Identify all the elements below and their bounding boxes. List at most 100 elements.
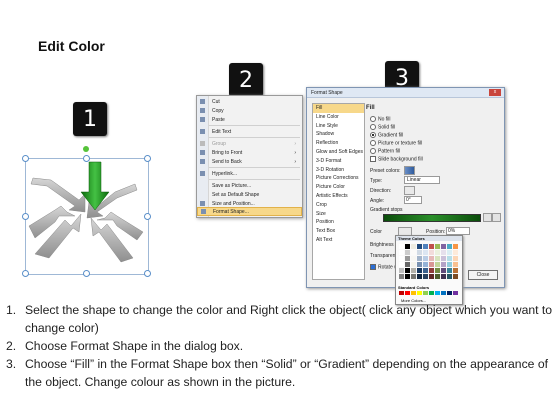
color-swatch[interactable]: [453, 244, 458, 249]
color-swatch[interactable]: [399, 262, 404, 267]
standard-color-swatch[interactable]: [423, 291, 428, 295]
category-picture-corrections[interactable]: Picture Corrections: [313, 174, 364, 183]
color-swatch[interactable]: [429, 274, 434, 279]
category-glow[interactable]: Glow and Soft Edges: [313, 148, 364, 157]
option-no-fill[interactable]: No fill: [370, 116, 391, 122]
menu-item-bring-to-front[interactable]: Bring to Front ›: [197, 148, 302, 157]
type-select[interactable]: Linear: [404, 176, 440, 184]
add-stop-icon[interactable]: [483, 213, 492, 222]
color-swatch[interactable]: [453, 268, 458, 273]
close-button[interactable]: Close: [468, 270, 498, 280]
color-swatch[interactable]: [417, 268, 422, 273]
menu-item-set-default-shape[interactable]: Set as Default Shape: [197, 190, 302, 199]
category-crop[interactable]: Crop: [313, 201, 364, 210]
color-swatch[interactable]: [435, 250, 440, 255]
position-input[interactable]: 0%: [446, 227, 470, 235]
color-swatch[interactable]: [441, 268, 446, 273]
category-fill[interactable]: Fill: [313, 104, 364, 113]
converging-arrows-shape[interactable]: [25, 158, 147, 273]
category-3d-rotation[interactable]: 3-D Rotation: [313, 166, 364, 175]
remove-stop-icon[interactable]: [492, 213, 501, 222]
color-swatch[interactable]: [423, 274, 428, 279]
color-swatch[interactable]: [435, 256, 440, 261]
menu-item-edit-text[interactable]: Edit Text: [197, 127, 302, 136]
menu-item-cut[interactable]: Cut: [197, 97, 302, 106]
color-swatch[interactable]: [441, 244, 446, 249]
color-swatch[interactable]: [435, 268, 440, 273]
category-artistic-effects[interactable]: Artistic Effects: [313, 192, 364, 201]
color-swatch[interactable]: [447, 274, 452, 279]
color-swatch[interactable]: [423, 250, 428, 255]
color-swatch[interactable]: [423, 262, 428, 267]
color-swatch[interactable]: [405, 262, 410, 267]
color-swatch[interactable]: [447, 268, 452, 273]
color-swatch[interactable]: [417, 256, 422, 261]
standard-color-swatch[interactable]: [447, 291, 452, 295]
color-swatch[interactable]: [399, 274, 404, 279]
color-swatch[interactable]: [447, 262, 452, 267]
category-3d-format[interactable]: 3-D Format: [313, 157, 364, 166]
option-gradient-fill[interactable]: Gradient fill: [370, 132, 403, 138]
standard-color-swatch[interactable]: [417, 291, 422, 295]
color-swatch[interactable]: [429, 256, 434, 261]
category-picture-color[interactable]: Picture Color: [313, 183, 364, 192]
color-swatch[interactable]: [435, 262, 440, 267]
category-line-color[interactable]: Line Color: [313, 113, 364, 122]
color-swatch[interactable]: [447, 256, 452, 261]
color-swatch[interactable]: [429, 268, 434, 273]
color-swatch[interactable]: [405, 274, 410, 279]
color-swatch[interactable]: [453, 250, 458, 255]
color-swatch[interactable]: [399, 250, 404, 255]
color-swatch[interactable]: [399, 268, 404, 273]
category-position[interactable]: Position: [313, 218, 364, 227]
color-swatch[interactable]: [417, 244, 422, 249]
category-reflection[interactable]: Reflection: [313, 139, 364, 148]
angle-input[interactable]: 0°: [404, 196, 422, 204]
standard-color-swatch[interactable]: [429, 291, 434, 295]
standard-color-swatch[interactable]: [399, 291, 404, 295]
menu-item-format-shape[interactable]: Format Shape...: [197, 207, 302, 216]
color-swatch[interactable]: [411, 244, 416, 249]
color-swatch[interactable]: [429, 250, 434, 255]
color-swatch[interactable]: [399, 244, 404, 249]
color-swatch[interactable]: [453, 262, 458, 267]
color-swatch[interactable]: [411, 256, 416, 261]
color-swatch[interactable]: [441, 256, 446, 261]
category-alt-text[interactable]: Alt Text: [313, 236, 364, 245]
menu-item-hyperlink[interactable]: Hyperlink...: [197, 169, 302, 178]
category-text-box[interactable]: Text Box: [313, 227, 364, 236]
menu-item-copy[interactable]: Copy: [197, 106, 302, 115]
color-swatch[interactable]: [447, 244, 452, 249]
color-swatch[interactable]: [453, 274, 458, 279]
color-swatch[interactable]: [405, 250, 410, 255]
menu-item-paste[interactable]: Paste: [197, 115, 302, 124]
color-swatch[interactable]: [435, 274, 440, 279]
color-swatch[interactable]: [423, 256, 428, 261]
color-swatch[interactable]: [453, 256, 458, 261]
color-swatch[interactable]: [441, 250, 446, 255]
color-swatch[interactable]: [411, 268, 416, 273]
rotation-handle[interactable]: [83, 146, 89, 152]
color-swatch[interactable]: [441, 274, 446, 279]
color-swatch[interactable]: [441, 262, 446, 267]
standard-color-swatch[interactable]: [405, 291, 410, 295]
color-swatch[interactable]: [447, 250, 452, 255]
dialog-close-icon[interactable]: x: [489, 89, 501, 96]
color-swatch[interactable]: [411, 274, 416, 279]
standard-color-swatch[interactable]: [411, 291, 416, 295]
option-pattern-fill[interactable]: Pattern fill: [370, 148, 400, 154]
color-swatch[interactable]: [405, 256, 410, 261]
color-swatch[interactable]: [429, 262, 434, 267]
standard-color-swatch[interactable]: [441, 291, 446, 295]
menu-item-send-to-back[interactable]: Send to Back ›: [197, 157, 302, 166]
color-swatch[interactable]: [405, 244, 410, 249]
menu-item-save-as-picture[interactable]: Save as Picture...: [197, 181, 302, 190]
standard-color-swatch[interactable]: [435, 291, 440, 295]
category-shadow[interactable]: Shadow: [313, 130, 364, 139]
category-line-style[interactable]: Line Style: [313, 122, 364, 131]
preset-colors-dropdown[interactable]: [404, 166, 415, 175]
color-swatch[interactable]: [411, 250, 416, 255]
color-swatch[interactable]: [399, 256, 404, 261]
option-picture-fill[interactable]: Picture or texture fill: [370, 140, 422, 146]
color-swatch[interactable]: [423, 268, 428, 273]
